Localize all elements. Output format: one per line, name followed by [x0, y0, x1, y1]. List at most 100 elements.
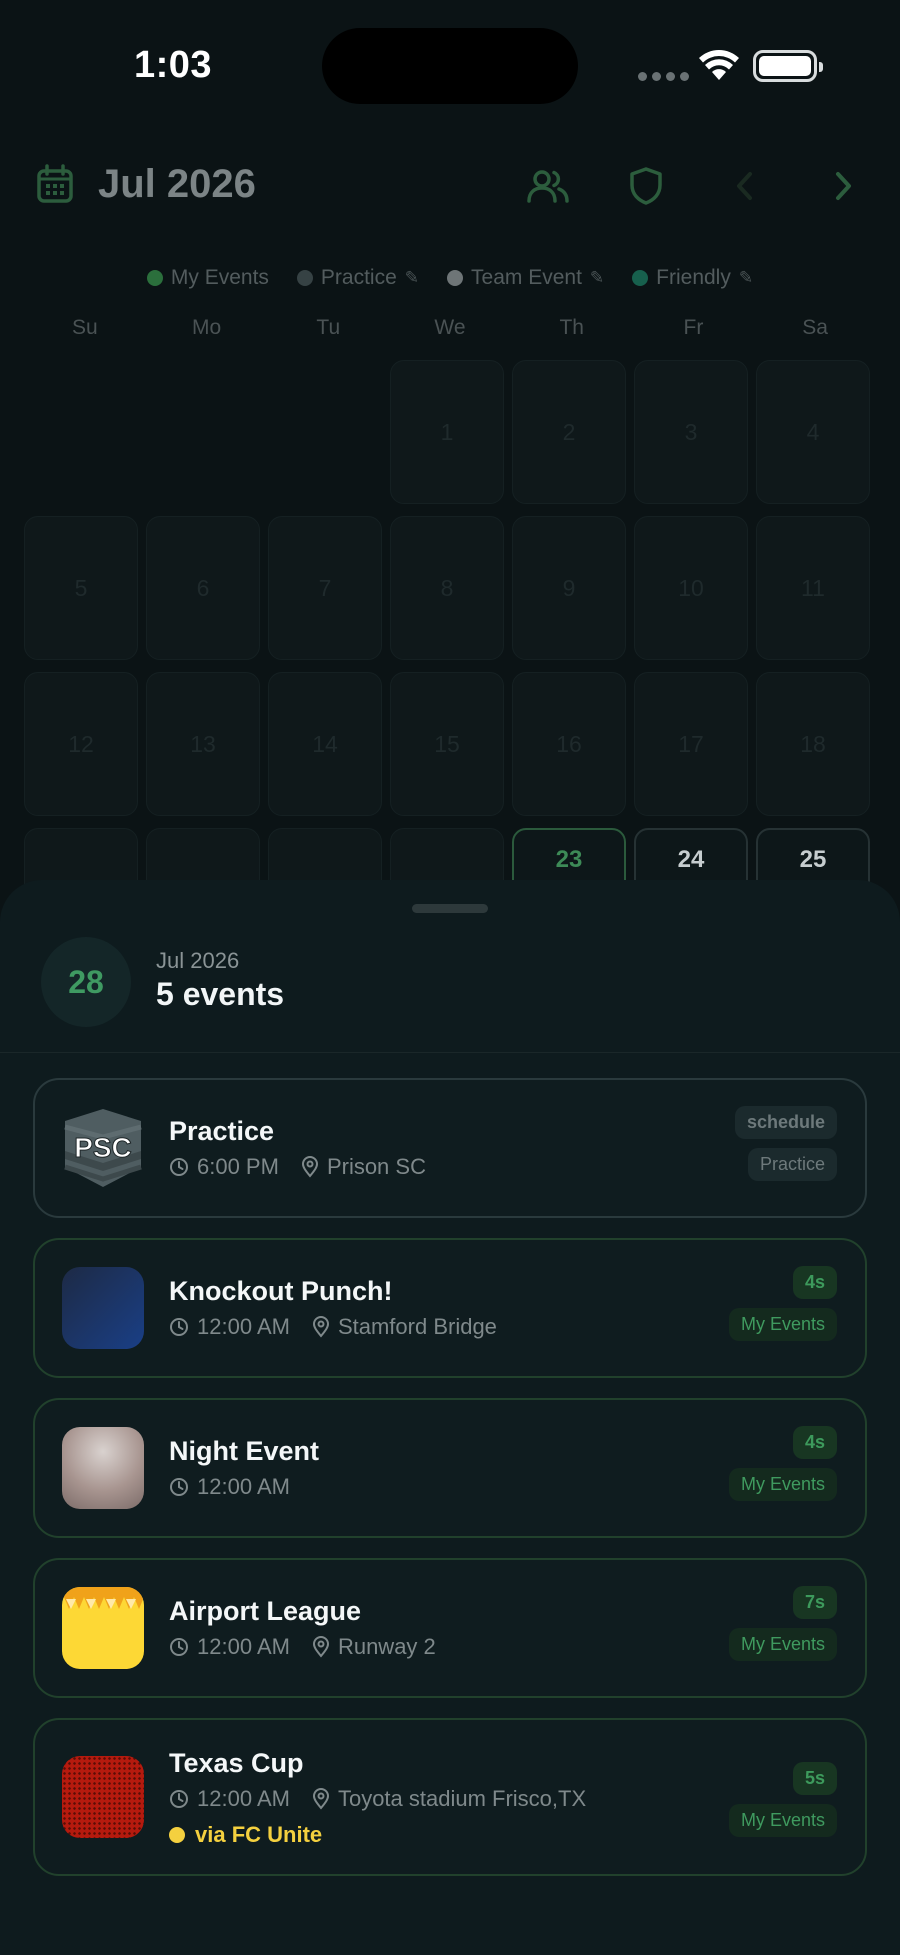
next-month-button[interactable] — [820, 162, 868, 210]
event-format-badge: 4s — [792, 1266, 837, 1299]
event-meta: 12:00 AM Runway 2 — [169, 1634, 436, 1660]
event-type-badge: My Events — [728, 1308, 837, 1341]
calendar-day[interactable]: 7 — [268, 516, 382, 660]
calendar-day[interactable]: 10 — [634, 516, 748, 660]
selected-date-circle: 28 — [41, 937, 131, 1027]
calendar-day-empty — [268, 360, 382, 504]
event-type-badge: My Events — [728, 1628, 837, 1661]
event-location: Stamford Bridge — [337, 1314, 497, 1339]
calendar-day[interactable]: 8 — [390, 516, 504, 660]
legend-dot — [296, 270, 313, 286]
event-title: Knockout Punch! — [169, 1276, 393, 1306]
calendar-day[interactable]: 16 — [512, 672, 626, 816]
event-type-badge: My Events — [728, 1804, 837, 1837]
club-crest-image: PSC — [62, 1107, 144, 1189]
clock-icon — [169, 1789, 189, 1809]
location-pin-icon — [312, 1788, 330, 1810]
pencil-icon[interactable]: ✎ — [739, 268, 753, 288]
event-source: via FC Unite — [169, 1822, 322, 1848]
calendar-day[interactable]: 18 — [756, 672, 870, 816]
calendar-day[interactable]: 11 — [756, 516, 870, 660]
clock-icon — [169, 1477, 189, 1497]
dynamic-island — [322, 28, 578, 104]
status-bar: 1:03 — [0, 0, 900, 130]
calendar-day[interactable]: 1 — [390, 360, 504, 504]
clock-icon — [169, 1157, 189, 1177]
weekday-label: Su — [72, 316, 98, 339]
legend-dot — [447, 270, 464, 286]
battery-icon — [753, 50, 823, 82]
event-time: 6:00 PM — [197, 1154, 279, 1179]
legend-my-events[interactable]: My Events — [146, 266, 269, 290]
location-pin-icon — [312, 1316, 330, 1338]
calendar-day[interactable]: 12 — [24, 672, 138, 816]
event-type-badge: Practice — [747, 1148, 837, 1181]
pencil-icon[interactable]: ✎ — [405, 268, 419, 288]
location-pin-icon — [301, 1156, 319, 1178]
legend-dot — [146, 270, 163, 286]
event-card-night-event[interactable]: Night Event 12:00 AM 4s My Events — [33, 1398, 867, 1538]
event-card-practice[interactable]: PSC Practice 6:00 PM Prison SC schedule … — [33, 1078, 867, 1218]
legend-label: Team Event — [471, 266, 582, 289]
weekday-header: Su Mo Tu We Th Fr Sa — [24, 316, 876, 340]
event-title: Texas Cup — [169, 1748, 304, 1778]
legend-team-event[interactable]: Team Event ✎ — [447, 266, 604, 290]
event-time: 12:00 AM — [197, 1314, 290, 1339]
crest-text: PSC — [74, 1132, 132, 1163]
calendar-header: Jul 2026 — [0, 150, 900, 220]
legend-practice[interactable]: Practice ✎ — [296, 266, 419, 290]
calendar-day-empty — [146, 360, 260, 504]
event-type-legend: My Events Practice ✎ Team Event ✎ Friend… — [0, 266, 900, 290]
calendar-icon — [36, 164, 74, 209]
pencil-icon[interactable]: ✎ — [590, 268, 604, 288]
event-card-knockout-punch[interactable]: Knockout Punch! 12:00 AM Stamford Bridge… — [33, 1238, 867, 1378]
event-location: Prison SC — [326, 1154, 426, 1179]
legend-friendly[interactable]: Friendly ✎ — [632, 266, 753, 290]
event-title: Night Event — [169, 1436, 320, 1466]
sheet-drag-handle[interactable] — [412, 904, 488, 913]
team-users-button[interactable] — [524, 162, 572, 210]
event-title: Practice — [169, 1116, 275, 1146]
previous-month-button[interactable] — [720, 162, 768, 210]
users-icon — [527, 170, 569, 203]
weekday-label: Th — [559, 316, 584, 339]
event-schedule-badge: schedule — [734, 1106, 837, 1139]
event-meta: 12:00 AM — [169, 1474, 290, 1500]
event-title: Airport League — [169, 1596, 362, 1626]
event-meta: 12:00 AM Stamford Bridge — [169, 1314, 497, 1340]
sheet-month-label: Jul 2026 — [156, 948, 240, 973]
event-time: 12:00 AM — [197, 1634, 290, 1659]
event-type-badge: My Events — [728, 1468, 837, 1501]
event-image — [62, 1756, 144, 1838]
calendar-day[interactable]: 2 — [512, 360, 626, 504]
wifi-icon — [698, 50, 740, 87]
calendar-day[interactable]: 9 — [512, 516, 626, 660]
event-card-texas-cup[interactable]: Texas Cup 12:00 AM Toyota stadium Frisco… — [33, 1718, 867, 1876]
calendar-day[interactable]: 6 — [146, 516, 260, 660]
calendar-day-empty — [24, 360, 138, 504]
status-time: 1:03 — [134, 44, 213, 86]
calendar-day[interactable]: 4 — [756, 360, 870, 504]
calendar-day[interactable]: 14 — [268, 672, 382, 816]
clock-icon — [169, 1317, 189, 1337]
event-image — [62, 1587, 144, 1669]
event-image — [62, 1267, 144, 1349]
event-time: 12:00 AM — [197, 1786, 290, 1811]
location-pin-icon — [312, 1636, 330, 1658]
calendar-day[interactable]: 3 — [634, 360, 748, 504]
legend-label: Practice — [320, 266, 397, 289]
weekday-label: Mo — [191, 316, 222, 339]
event-count-label: 5 events — [156, 976, 285, 1012]
event-card-airport-league[interactable]: Airport League 12:00 AM Runway 2 7s My E… — [33, 1558, 867, 1698]
calendar-day[interactable]: 13 — [146, 672, 260, 816]
chevron-right-icon — [836, 172, 851, 200]
weekday-label: Tu — [316, 316, 341, 339]
calendar-day[interactable]: 15 — [390, 672, 504, 816]
legend-label: Friendly — [656, 266, 731, 289]
legend-dot — [632, 270, 649, 286]
weekday-label: Sa — [802, 316, 828, 339]
event-format-badge: 7s — [792, 1586, 837, 1619]
calendar-day[interactable]: 17 — [634, 672, 748, 816]
shield-button[interactable] — [622, 162, 670, 210]
calendar-day[interactable]: 5 — [24, 516, 138, 660]
